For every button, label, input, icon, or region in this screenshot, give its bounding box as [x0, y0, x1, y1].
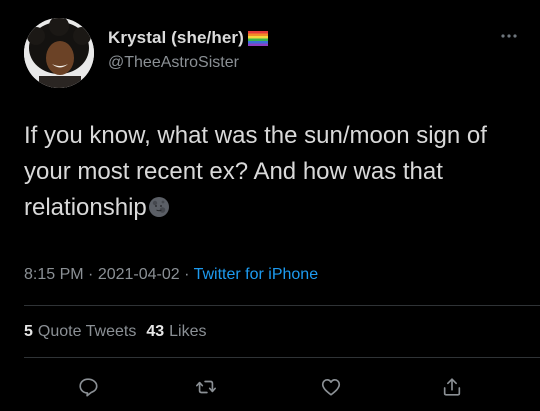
- avatar-photo: [24, 18, 94, 88]
- retweet-icon: [196, 380, 216, 394]
- reply-icon: [79, 378, 98, 397]
- tweet-body: If you know, what was the sun/moon sign …: [24, 122, 487, 221]
- tweet-date[interactable]: 2021-04-02: [98, 266, 180, 283]
- retweet-button[interactable]: [190, 371, 222, 403]
- author-display-name[interactable]: Krystal (she/her): [108, 28, 244, 48]
- more-dots-icon: [501, 34, 517, 38]
- author-name-row: Krystal (she/her): [108, 28, 268, 48]
- more-options-button[interactable]: [494, 26, 524, 46]
- likes-label: Likes: [169, 323, 207, 340]
- quote-tweets-stat[interactable]: 5 Quote Tweets: [24, 323, 136, 341]
- new-moon-face-icon: [148, 197, 169, 217]
- like-button[interactable]: [315, 371, 347, 403]
- likes-count: 43: [146, 323, 165, 340]
- tweet-time[interactable]: 8:15 PM: [24, 266, 84, 283]
- quote-tweets-count: 5: [24, 323, 33, 340]
- tweet-text: If you know, what was the sun/moon sign …: [24, 118, 514, 226]
- action-bar: [0, 371, 540, 403]
- avatar[interactable]: [24, 18, 94, 88]
- tweet-meta: 8:15 PM · 2021-04-02 · Twitter for iPhon…: [24, 266, 318, 284]
- tweet-source-link[interactable]: Twitter for iPhone: [194, 266, 319, 283]
- like-icon: [321, 379, 341, 396]
- rainbow-flag-icon: [247, 30, 268, 46]
- likes-stat[interactable]: 43 Likes: [146, 323, 206, 341]
- meta-separator: ·: [179, 266, 194, 283]
- divider: [24, 305, 540, 306]
- reply-button[interactable]: [72, 371, 104, 403]
- engagement-stats: 5 Quote Tweets 43 Likes: [24, 323, 207, 341]
- meta-separator: ·: [83, 266, 98, 283]
- divider: [24, 357, 540, 358]
- share-icon: [443, 378, 461, 396]
- share-button[interactable]: [436, 371, 468, 403]
- quote-tweets-label: Quote Tweets: [37, 323, 137, 340]
- author-handle[interactable]: @TheeAstroSister: [108, 54, 239, 72]
